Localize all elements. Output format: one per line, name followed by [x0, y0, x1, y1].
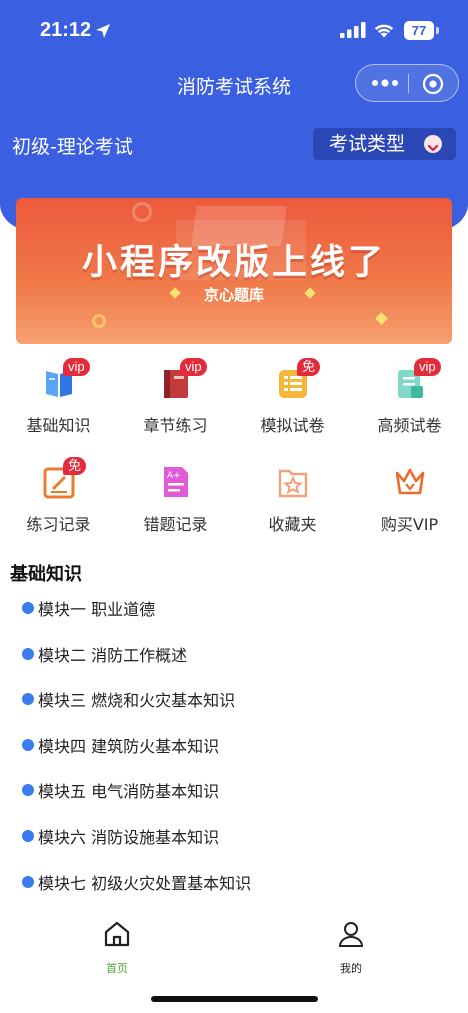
menu-label: 模拟试卷 [260, 416, 325, 435]
menu-item-chapter-practice[interactable]: vip 章节练习 [117, 358, 234, 456]
banner-title: 小程序改版上线了 [81, 243, 386, 283]
capsule-divider [408, 74, 409, 93]
menu-label: 练习记录 [26, 515, 91, 534]
menu-item-basic-knowledge[interactable]: vip 基础知识 [0, 358, 117, 456]
module-label: 模块六 消防设施基本知识 [38, 828, 220, 847]
module-label: 模块五 电气消防基本知识 [38, 782, 220, 801]
home-icon [104, 921, 130, 947]
battery-tip [436, 27, 439, 34]
menu-item-wrong-record[interactable]: A+ 错题记录 [117, 465, 234, 555]
bullet-dot [22, 876, 34, 888]
vip-badge: vip [180, 358, 207, 376]
module-label: 模块三 燃烧和火灾基本知识 [38, 691, 236, 710]
module-label: 模块七 初级火灾处置基本知识 [38, 874, 252, 893]
menu-label: 错题记录 [143, 515, 208, 534]
more-icon[interactable] [370, 74, 400, 92]
cellular-signal-icon [340, 22, 366, 38]
status-bar: 21:12 77 [0, 0, 468, 60]
banner-subtitle: 京心题库 [203, 286, 264, 304]
vip-badge: vip [414, 358, 441, 376]
menu-item-practice-record[interactable]: 免 练习记录 [0, 457, 117, 555]
banner-decoration [92, 314, 106, 328]
star-folder-icon [278, 469, 308, 498]
bullet-dot [22, 648, 34, 660]
bullet-dot [22, 784, 34, 796]
section-title: 基础知识 [10, 564, 82, 585]
status-time: 21:12 [40, 19, 92, 41]
free-badge: 免 [63, 457, 87, 475]
menu-item-buy-vip[interactable]: 购买VIP [351, 465, 468, 555]
menu-label: 购买VIP [380, 515, 439, 534]
user-icon [338, 922, 364, 947]
bullet-dot [22, 602, 34, 614]
tab-mine[interactable]: 我的 [311, 920, 391, 980]
free-badge: 免 [297, 358, 321, 376]
menu-label: 章节练习 [143, 416, 208, 435]
exam-level-title: 初级-理论考试 [12, 136, 133, 158]
exam-type-label: 考试类型 [329, 133, 406, 155]
location-arrow-icon [96, 24, 110, 38]
bullet-dot [22, 830, 34, 842]
crown-icon [395, 468, 425, 495]
home-indicator [151, 996, 318, 1002]
wrong-answer-icon: A+ [164, 467, 188, 497]
chevron-down-icon [424, 135, 442, 153]
module-label: 模块四 建筑防火基本知识 [38, 737, 220, 756]
promo-banner[interactable]: 小程序改版上线了 京心题库 [16, 198, 452, 344]
wifi-icon [374, 24, 394, 38]
banner-decoration [132, 202, 152, 222]
tab-label-home: 首页 [106, 962, 128, 975]
vip-badge: vip [63, 358, 90, 376]
menu-item-favorites[interactable]: 收藏夹 [234, 465, 351, 555]
bullet-dot [22, 693, 34, 705]
close-circle-icon[interactable] [422, 73, 444, 95]
menu-item-frequent-exam[interactable]: vip 高频试卷 [351, 358, 468, 456]
menu-label: 基础知识 [26, 416, 91, 435]
exam-type-button[interactable]: 考试类型 [313, 128, 456, 160]
module-label: 模块一 职业道德 [38, 600, 156, 619]
miniprogram-capsule [355, 64, 459, 102]
menu-item-mock-exam[interactable]: 免 模拟试卷 [234, 358, 351, 456]
tab-label-mine: 我的 [340, 962, 362, 975]
svg-text:A+: A+ [167, 471, 181, 481]
module-label: 模块二 消防工作概述 [38, 646, 188, 665]
menu-label: 高频试卷 [377, 416, 442, 435]
tab-home[interactable]: 首页 [77, 920, 157, 980]
banner-decoration [375, 312, 388, 325]
bullet-dot [22, 739, 34, 751]
menu-label: 收藏夹 [268, 515, 317, 534]
battery-indicator: 77 [404, 21, 434, 40]
